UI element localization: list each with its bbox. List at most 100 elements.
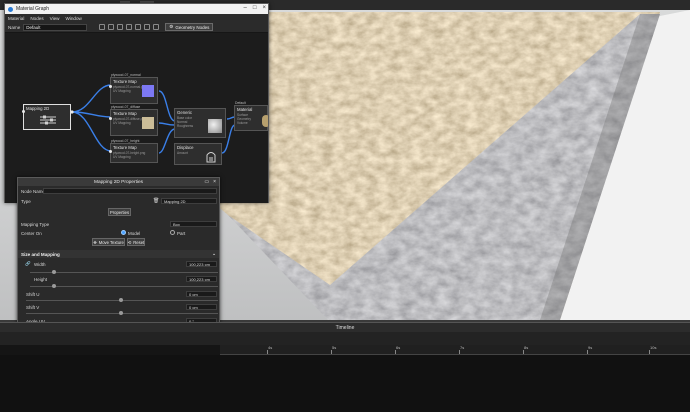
center-on-label: Center On — [21, 230, 42, 236]
node-name-input[interactable] — [43, 188, 217, 194]
close-icon[interactable]: × — [213, 179, 216, 185]
trash-icon[interactable]: 🗑 — [153, 198, 159, 204]
center-part-radio[interactable] — [170, 230, 175, 235]
material-output-node[interactable]: Default Material Surface Geometry Volume — [234, 101, 268, 131]
texture-preview — [142, 117, 154, 129]
timeline-titlebar[interactable]: Timeline — [0, 322, 690, 332]
settings-icon: ⚙ — [169, 24, 174, 29]
reset-button[interactable]: ⟲ Reset — [127, 238, 145, 246]
minimize-icon[interactable]: – — [244, 5, 247, 11]
tick-label: 8s — [522, 345, 529, 354]
height-slider-knob[interactable] — [52, 284, 56, 288]
menu-nodes[interactable]: Nodes — [30, 16, 43, 21]
node-name-label: Node Name — [21, 188, 46, 194]
move-icon: ✥ — [93, 239, 97, 245]
geometry-nodes-button[interactable]: ⚙ Geometry Nodes — [165, 23, 214, 31]
node-title: Texture Map — [113, 111, 137, 116]
mapping-sliders-icon — [40, 115, 56, 125]
bus-icon[interactable] — [99, 24, 106, 30]
reset-label: Reset — [133, 239, 145, 245]
size-mapping-section[interactable]: Size and Mapping ⌄ — [18, 250, 219, 258]
texture-map-node-normal[interactable]: plywood-07_normal Texture Map plywood-07… — [109, 73, 158, 104]
material-name-input[interactable]: Default — [23, 23, 88, 31]
menu-window[interactable]: Window — [66, 16, 82, 21]
menu-material[interactable]: Material — [8, 16, 24, 21]
type-dropdown[interactable]: Mapping 2D — [161, 198, 217, 204]
chevron-down-icon: ⌄ — [212, 251, 216, 256]
node-title: Texture Map — [113, 79, 137, 84]
center-model-label: Model — [128, 230, 141, 236]
displace-node[interactable]: Displace Amount — [174, 143, 222, 165]
graph-toolbar: Name Default ⚙ Geometry Nodes — [5, 22, 268, 33]
properties-titlebar[interactable]: Mapping 2D Properties ▭ × — [18, 178, 219, 186]
copy-icon[interactable] — [126, 24, 133, 30]
center-on-row: Center On Model Part — [18, 229, 219, 237]
type-label: Type — [21, 198, 31, 204]
maximize-icon[interactable]: □ — [253, 5, 257, 11]
height-row: Height 100,223 cm — [18, 275, 219, 283]
displace-icon — [206, 152, 216, 163]
shiftu-input[interactable]: 0 cm — [186, 291, 217, 297]
mapping-type-dropdown[interactable]: Box — [170, 221, 217, 227]
reset-icon: ⟲ — [127, 239, 132, 245]
node-title: Texture Map — [113, 145, 137, 150]
material-ball-icon — [262, 115, 268, 127]
shiftu-label: Shift U — [26, 291, 40, 297]
shiftv-label: Shift V — [26, 304, 40, 310]
input-pin[interactable] — [109, 150, 112, 153]
width-slider-track[interactable] — [30, 272, 218, 273]
paste-icon[interactable] — [135, 24, 142, 30]
mapping-type-row: Mapping Type Box — [18, 220, 219, 228]
material-graph-titlebar[interactable]: Material Graph – □ × — [5, 4, 268, 14]
center-model-radio[interactable] — [121, 230, 126, 235]
shiftv-slider-knob[interactable] — [119, 311, 123, 315]
tick-label: 10s — [648, 345, 657, 354]
texture-preview — [142, 85, 154, 97]
shiftv-input[interactable]: 0 cm — [186, 304, 217, 310]
node-label: plywood-07_height — [111, 139, 140, 143]
frame-icon[interactable] — [153, 24, 160, 30]
layout-icon[interactable] — [117, 24, 124, 30]
delete-icon[interactable] — [144, 24, 151, 30]
height-slider-track[interactable] — [30, 286, 218, 287]
width-input[interactable]: 100,223 cm — [186, 261, 217, 267]
texture-map-node-height[interactable]: plywood-07_height Texture Map plywood-07… — [109, 139, 158, 163]
properties-title: Mapping 2D Properties — [93, 179, 144, 185]
timeline-panel: Timeline 4s 5s 6s 7s 8s 9s 10s — [0, 322, 690, 412]
timeline-title: Timeline — [335, 324, 355, 331]
input-pin[interactable] — [109, 85, 112, 88]
texture-map-node-diffuse[interactable]: plywood-07_diffuse Texture Map plywood-0… — [109, 105, 158, 136]
grid-icon[interactable] — [108, 24, 115, 30]
shiftu-row: Shift U 0 cm — [18, 290, 219, 298]
height-input[interactable]: 100,223 cm — [186, 276, 217, 282]
tick-label: 9s — [586, 345, 593, 354]
move-texture-label: Move Texture — [98, 239, 124, 245]
type-row: Type 🗑 Mapping 2D — [18, 197, 219, 205]
link-icon[interactable]: 🔗 — [25, 261, 31, 267]
shiftu-slider-knob[interactable] — [119, 298, 123, 302]
tick-label: 7s — [458, 345, 465, 354]
width-row: 🔗 Width 100,223 cm — [18, 260, 219, 268]
app-logo-icon — [8, 6, 13, 12]
material-graph-title: Material Graph — [16, 6, 50, 12]
geometry-nodes-label: Geometry Nodes — [175, 24, 210, 30]
node-label: plywood-07_diffuse — [111, 105, 141, 109]
move-texture-button[interactable]: ✥ Move Texture — [92, 238, 125, 246]
menu-view[interactable]: View — [50, 16, 60, 21]
mapping-type-label: Mapping Type — [21, 221, 50, 227]
close-icon[interactable]: × — [262, 5, 266, 11]
section-title: Size and Mapping — [21, 251, 60, 257]
width-slider-knob[interactable] — [52, 270, 56, 274]
properties-button[interactable]: Properties — [108, 208, 131, 216]
node-title: Mapping 2D — [26, 106, 50, 111]
undock-icon[interactable]: ▭ — [204, 179, 209, 185]
tick-label: 4s — [266, 345, 273, 354]
timeline-tracks[interactable] — [0, 355, 690, 412]
generic-material-node[interactable]: Generic Base color Normal Roughness — [174, 108, 226, 138]
timeline-ruler[interactable]: 4s 5s 6s 7s 8s 9s 10s — [220, 345, 690, 355]
node-title: Generic — [177, 110, 193, 115]
input-pin[interactable] — [109, 117, 112, 120]
input-pin[interactable] — [22, 110, 25, 113]
menu-bar: Material Nodes View Window — [5, 14, 268, 22]
mapping-2d-node[interactable]: Mapping 2D — [22, 104, 71, 130]
